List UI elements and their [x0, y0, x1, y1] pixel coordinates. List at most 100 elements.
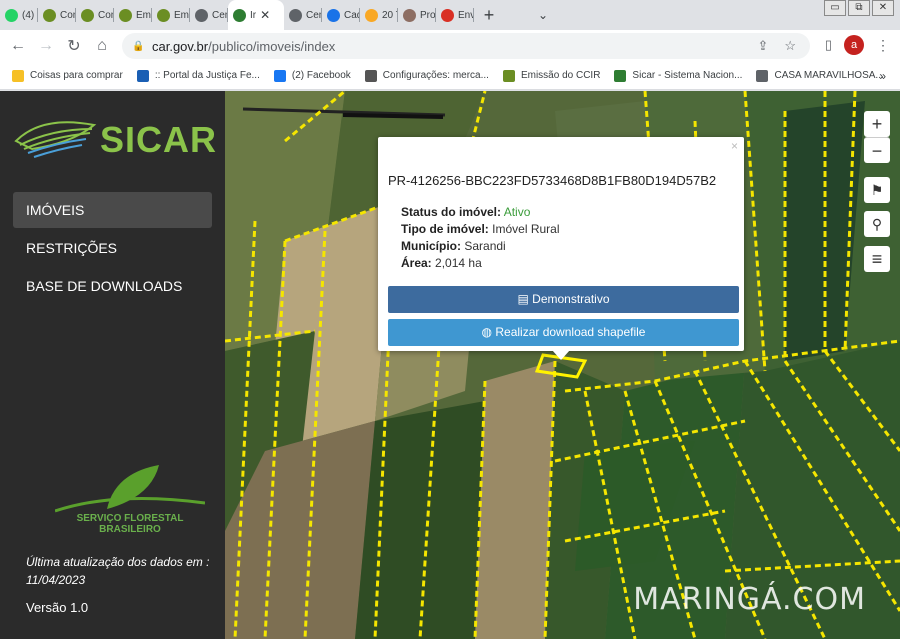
new-tab-button[interactable]: + — [474, 5, 504, 26]
restore-button[interactable]: ⧉ — [848, 0, 870, 16]
tab-label: Centr — [306, 9, 322, 21]
browser-tab[interactable]: Ir ✕ — [228, 0, 284, 30]
tab-label: 20 Ta — [382, 9, 398, 21]
close-icon[interactable]: × — [731, 139, 738, 153]
globe-icon — [195, 8, 208, 22]
home-button[interactable]: ⌂ — [88, 37, 116, 55]
last-update-label: Última atualização dos dados em : — [26, 555, 210, 569]
area-label: Área: — [401, 256, 432, 270]
minimize-button[interactable]: ▭ — [824, 0, 846, 16]
city-label: Município: — [401, 239, 461, 253]
bookmark-label: CASA MARAVILHOSA... — [774, 70, 884, 81]
search-icon[interactable]: ⚲ — [864, 211, 890, 237]
star-icon[interactable]: ☆ — [784, 38, 796, 54]
sidebar-menu: IMÓVEIS RESTRIÇÕES BASE DE DOWNLOADS — [13, 192, 212, 306]
tab-label: Emiss — [174, 9, 190, 21]
browser-tab[interactable]: (4) W — [0, 0, 38, 30]
share-icon[interactable]: ⇪ — [757, 38, 768, 54]
bookmark-label: Sicar - Sistema Nacion... — [632, 70, 743, 81]
bookmark-item[interactable]: (2) Facebook — [273, 69, 351, 82]
bookmark-item[interactable]: CASA MARAVILHOSA... — [756, 69, 884, 82]
demonstrativo-label: Demonstrativo — [532, 292, 610, 306]
bookmark-label: Configurações: merca... — [382, 70, 489, 81]
lock-icon: 🔒 — [132, 41, 145, 52]
sicar-icon — [614, 69, 627, 82]
bookmarks-bar: Coisas para comprar:: Portal da Justiça … — [0, 62, 900, 90]
tab-search-icon[interactable]: ⌄ — [538, 8, 548, 22]
tab-label: Centr — [212, 9, 228, 21]
globe-icon: ◍ — [481, 325, 493, 339]
bookmark-item[interactable]: :: Portal da Justiça Fe... — [136, 69, 260, 82]
file-icon: ▤ — [517, 292, 529, 306]
tab-label: Cons — [98, 9, 114, 21]
browser-tab[interactable]: Emiss — [152, 0, 190, 30]
forward-button[interactable]: → — [32, 37, 60, 55]
sfb-logo: SERVIÇO FLORESTAL BRASILEIRO — [54, 463, 206, 543]
city-value: Sarandi — [464, 239, 506, 253]
window-close-button[interactable]: ✕ — [872, 0, 894, 16]
menu-kebab-icon[interactable]: ⋮ — [876, 37, 890, 54]
window-controls: ▭ ⧉ ✕ — [824, 0, 894, 16]
download-shapefile-button[interactable]: ◍ Realizar download shapefile — [388, 319, 739, 346]
sidebar-item-downloads[interactable]: BASE DE DOWNLOADS — [13, 268, 212, 304]
gear-icon — [364, 69, 377, 82]
ccir-icon — [157, 8, 170, 22]
browser-tab[interactable]: Cons — [76, 0, 114, 30]
ccir-icon — [43, 8, 56, 22]
phone-icon — [365, 8, 378, 22]
type-label: Tipo de imóvel: — [401, 222, 489, 236]
sidebar-item-restricoes[interactable]: RESTRIÇÕES — [13, 230, 212, 266]
whatsapp-icon — [5, 8, 18, 22]
logo-text: SICAR — [100, 119, 218, 160]
browser-tab[interactable]: Envia — [436, 0, 474, 30]
browser-tab[interactable]: Centr — [190, 0, 228, 30]
property-info: Status do imóvel: Ativo Tipo de imóvel: … — [401, 204, 560, 272]
folder-icon — [12, 69, 24, 82]
version-label: Versão 1.0 — [26, 600, 89, 615]
tab-strip: (4) WConsConsEmissEmissCentrIr✕CentrCada… — [0, 0, 900, 30]
dots-icon — [327, 8, 340, 22]
bookmark-item[interactable]: Coisas para comprar — [12, 69, 123, 82]
sidebar-item-imoveis[interactable]: IMÓVEIS — [13, 192, 212, 228]
status-label: Status do imóvel: — [401, 205, 502, 219]
ccir-icon — [119, 8, 132, 22]
sidebar: SICAR IMÓVEIS RESTRIÇÕES BASE DE DOWNLOADS… — [0, 91, 225, 639]
address-bar[interactable]: 🔒 car.gov.br/publico/imoveis/index ⇪ ☆ — [122, 33, 810, 59]
demonstrativo-button[interactable]: ▤ Demonstrativo — [388, 286, 739, 313]
tab-label: Cada — [344, 9, 360, 21]
bookmark-label: (2) Facebook — [291, 70, 351, 81]
browser-tab[interactable]: 20 Ta — [360, 0, 398, 30]
bookmark-item[interactable]: Configurações: merca... — [364, 69, 489, 82]
browser-tab[interactable]: Cons — [38, 0, 76, 30]
watermark: MARINGÁ.COM — [633, 582, 866, 617]
facebook-icon — [273, 69, 286, 82]
back-button[interactable]: ← — [4, 37, 32, 55]
brazil-extent-icon[interactable]: ⚑ — [864, 177, 890, 203]
url-path: /publico/imoveis/index — [208, 38, 336, 54]
sfb-text: SERVIÇO FLORESTAL BRASILEIRO — [76, 513, 184, 535]
bookmark-label: :: Portal da Justiça Fe... — [154, 70, 260, 81]
layers-icon[interactable]: ≡ — [864, 246, 890, 272]
sicar-icon — [233, 8, 246, 22]
bookmark-item[interactable]: Sicar - Sistema Nacion... — [614, 69, 743, 82]
zoom-in-button[interactable]: + — [864, 111, 890, 137]
browser-toolbar: ← → ↻ ⌂ 🔒 car.gov.br/publico/imoveis/ind… — [0, 30, 900, 62]
reload-button[interactable]: ↻ — [60, 36, 88, 56]
browser-tab[interactable]: Cada — [322, 0, 360, 30]
globe-icon — [756, 69, 769, 82]
bookmark-item[interactable]: Emissão do CCIR — [502, 69, 601, 82]
browser-tab[interactable]: Emiss — [114, 0, 152, 30]
tab-label: (4) W — [22, 9, 38, 21]
side-panel-icon[interactable]: ▯ — [825, 37, 832, 53]
url-host: car.gov.br — [152, 38, 209, 54]
avatar[interactable]: a — [844, 35, 864, 55]
status-value: Ativo — [503, 205, 531, 219]
tab-label: Cons — [60, 9, 76, 21]
bookmark-label: Emissão do CCIR — [520, 70, 601, 81]
tab-close-icon[interactable]: ✕ — [260, 8, 270, 22]
browser-tab[interactable]: Centr — [284, 0, 322, 30]
browser-tab[interactable]: Proju — [398, 0, 436, 30]
sicar-logo[interactable]: SICAR — [12, 115, 216, 165]
bookmarks-more-icon[interactable]: » — [879, 69, 886, 83]
zoom-out-button[interactable]: − — [864, 137, 890, 163]
